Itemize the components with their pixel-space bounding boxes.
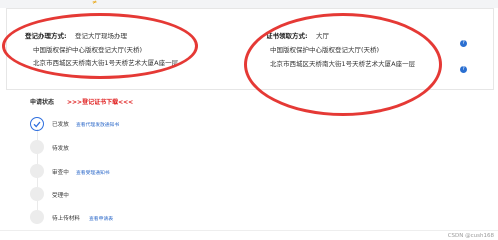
step-label: 受理中 — [52, 193, 69, 199]
step-label: 待发放 — [52, 146, 69, 152]
step-pending-circle — [30, 210, 44, 224]
step-link[interactable]: 查看受理通知书 — [76, 169, 110, 176]
help-icon-2[interactable]: ? — [460, 66, 467, 73]
right-annotation-oval — [244, 13, 442, 116]
check-icon — [33, 121, 41, 128]
step-label: 审查中 — [52, 170, 69, 176]
step-link[interactable]: 查看申请表 — [89, 215, 113, 222]
orange-mark-icon: ≠ — [92, 0, 98, 6]
left-annotation-oval — [2, 13, 198, 79]
apply-status-title: 申请状态 — [30, 99, 55, 106]
step-done-circle — [30, 117, 44, 131]
step-pending-circle — [30, 140, 44, 154]
step-link[interactable]: 查看代理发放通知书 — [76, 121, 119, 128]
step-pending-circle — [30, 164, 44, 178]
bottom-divider — [0, 230, 498, 231]
step-pending-circle — [30, 187, 44, 201]
step-label: 已发放 — [52, 122, 69, 128]
step-label: 待上传材料 — [52, 216, 80, 222]
help-icon[interactable]: ? — [460, 40, 467, 47]
watermark: CSDN @cush168 — [447, 233, 494, 239]
top-strip — [0, 0, 498, 8]
certificate-download-link[interactable]: >>>登记证书下载<<< — [67, 97, 133, 106]
